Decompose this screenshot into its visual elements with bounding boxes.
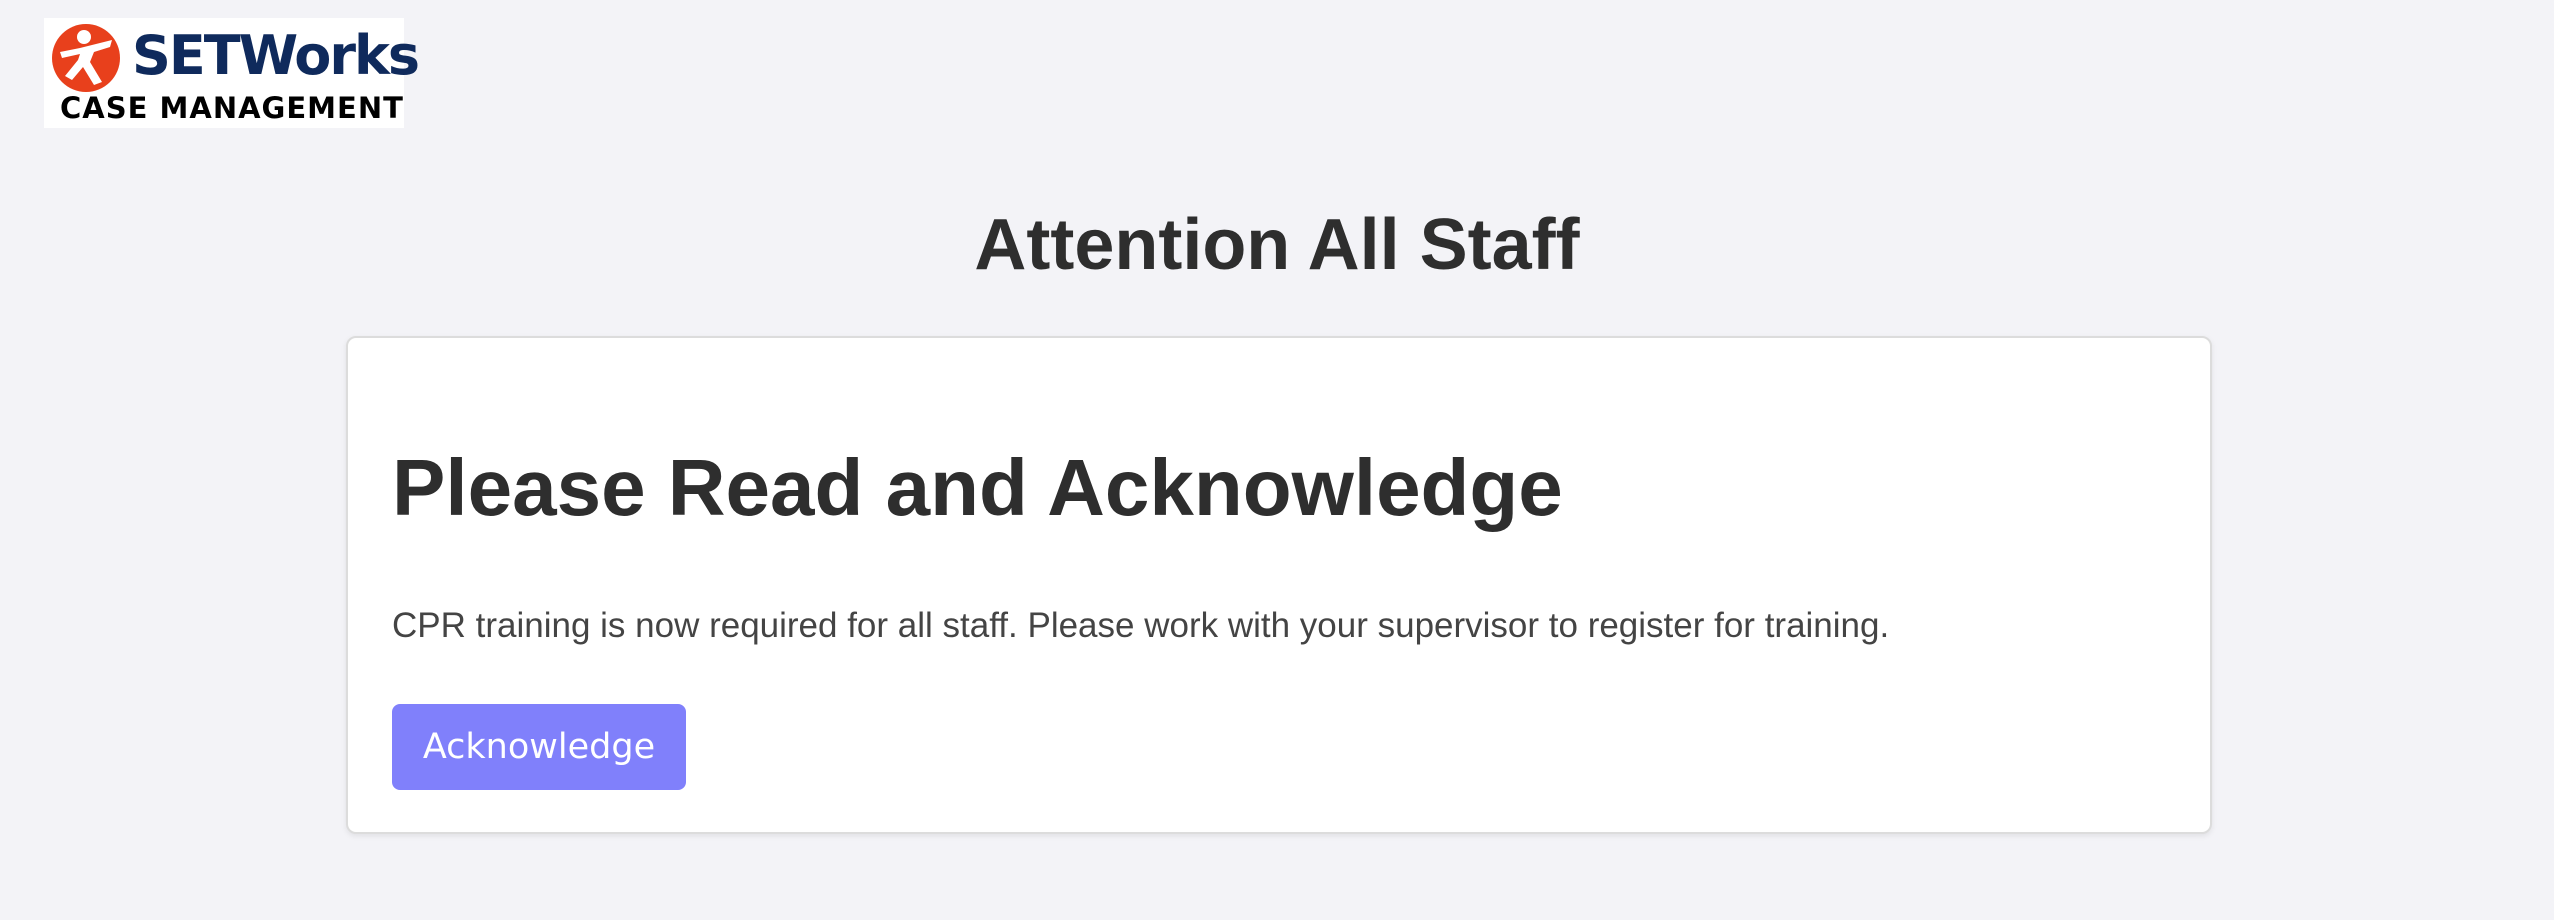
notice-message: CPR training is now required for all sta… bbox=[392, 606, 1890, 645]
setworks-logo: SETWorks CASE MANAGEMENT bbox=[44, 18, 420, 128]
acknowledge-button[interactable]: Acknowledge bbox=[392, 704, 686, 790]
notice-card: Please Read and Acknowledge CPR training… bbox=[346, 336, 2212, 834]
logo-brand-text: SETWorks bbox=[132, 24, 420, 87]
running-person-icon bbox=[52, 24, 120, 92]
notice-heading: Please Read and Acknowledge bbox=[392, 443, 1563, 532]
logo-subtitle: CASE MANAGEMENT bbox=[60, 91, 404, 125]
page-title: Attention All Staff bbox=[974, 205, 1580, 285]
